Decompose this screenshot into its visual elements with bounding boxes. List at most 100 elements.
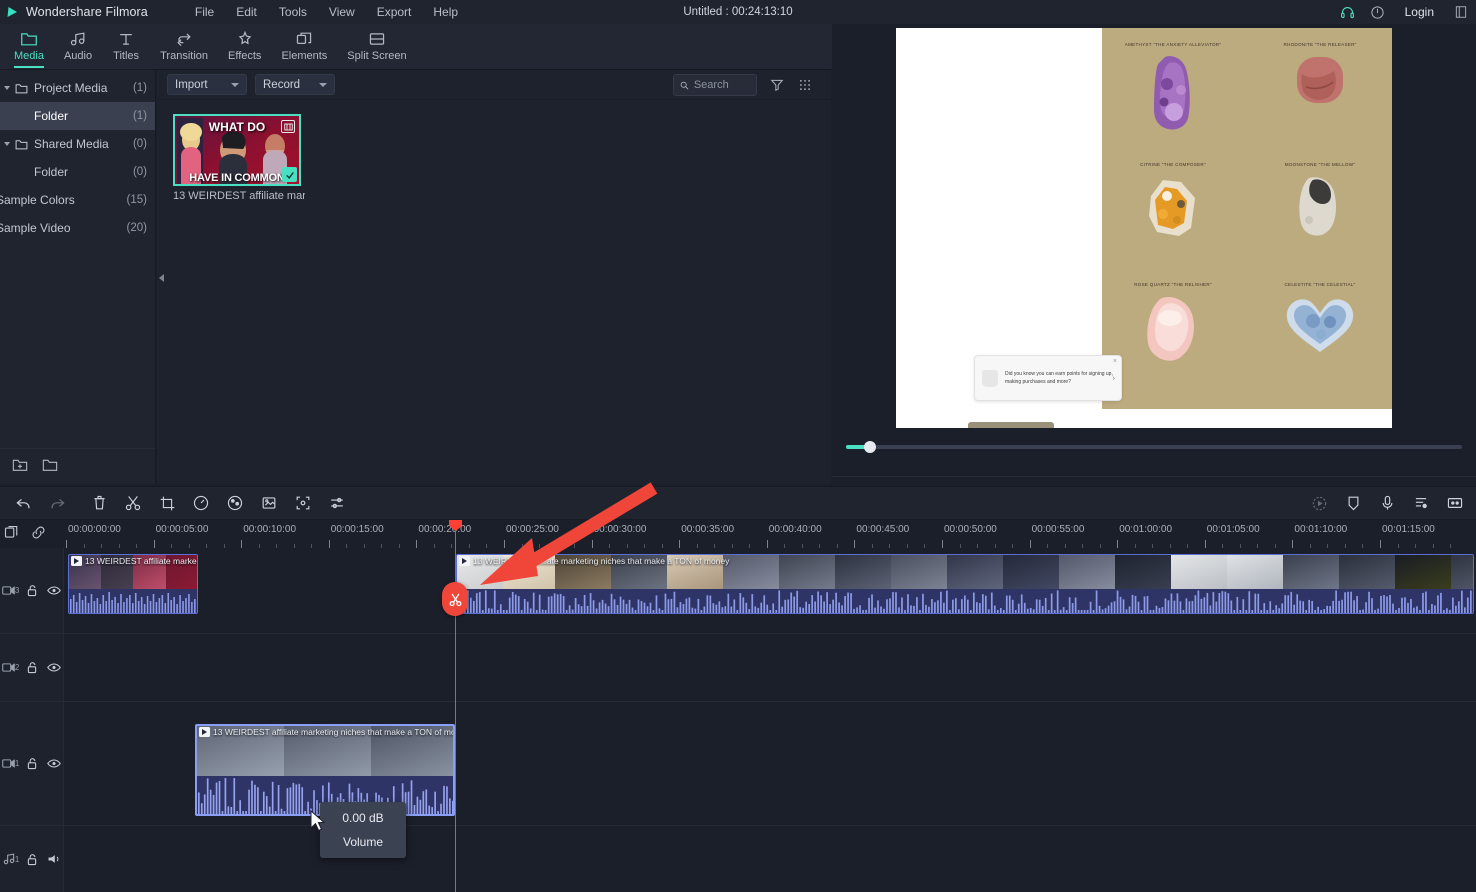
menu-view[interactable]: View [318,0,366,24]
rose-quartz-image [1147,296,1194,361]
eye-visible-icon[interactable] [45,758,63,769]
ruler-label: 00:00:10:00 [243,524,297,535]
import-dropdown[interactable]: Import [167,74,247,95]
ruler-label: 00:01:05:00 [1206,524,1260,535]
preview-scrubber[interactable] [832,433,1476,461]
lock-icon[interactable] [23,757,41,770]
ruler-label: 00:00:40:00 [768,524,822,535]
tree-item-shared-folder[interactable]: Folder (0) [0,158,155,186]
undo-icon[interactable] [6,486,40,520]
tree-item-shared-media[interactable]: Shared Media (0) [0,130,155,158]
menu-file[interactable]: File [184,0,225,24]
speaker-icon[interactable] [45,853,63,865]
tab-audio[interactable]: Audio [54,25,102,69]
library-footer [0,448,156,484]
media-item[interactable]: WHAT DO HAVE IN COMMON 13 WEIRDEST affil… [173,114,305,202]
new-folder-icon[interactable] [12,458,28,475]
close-icon[interactable]: × [1113,358,1117,365]
link-clips-icon[interactable] [31,525,46,543]
rewards-popup[interactable]: Did you know you can earn points for sig… [974,355,1122,401]
split-clip-button[interactable] [442,582,468,616]
render-preview-icon[interactable] [1302,486,1336,520]
nav-tab-bar: Media Audio Titles Transition Effects El… [0,24,836,70]
tab-titles[interactable]: Titles [102,25,150,69]
timeline-ruler[interactable]: 00:00:00:00 00:00:05:00 00:00:10:00 00:00:1… [64,520,1476,548]
crystal-label: CELESTITE "THE CELESTIAL" [1284,282,1356,287]
timeline-clip[interactable]: 13 WEIRDEST affiliate marke... [68,554,198,614]
crop-icon[interactable] [150,486,184,520]
eye-visible-icon[interactable] [45,662,63,673]
track-body[interactable]: 13 WEIRDEST affiliate marketing niches t… [64,702,1476,825]
chevron-right-icon[interactable]: › [1112,374,1115,383]
marker-shield-icon[interactable] [1336,486,1370,520]
tree-item-sample-colors[interactable]: Sample Colors (15) [0,186,155,214]
video-track-1: 1 13 WEIRDEST affiliate marketing niches… [0,702,1476,826]
menu-export[interactable]: Export [366,0,423,24]
delete-icon[interactable] [82,486,116,520]
title-bar: Wondershare Filmora File Edit Tools View… [0,0,1476,24]
color-palette-icon[interactable] [218,486,252,520]
timeline-clip[interactable]: 13 WEIRDEST affiliate marketing niches t… [456,554,1474,614]
tree-item-project-folder[interactable]: Folder (1) [0,102,155,130]
filter-icon[interactable] [767,75,787,95]
window-menu-icon[interactable] [1446,0,1476,24]
grid-view-icon[interactable] [795,75,815,95]
tree-item-project-media[interactable]: Project Media (1) [0,74,155,102]
menu-tools[interactable]: Tools [268,0,318,24]
login-button[interactable]: Login [1393,5,1446,19]
search-box[interactable] [673,74,757,96]
keyframe-panel-icon[interactable] [1438,486,1472,520]
tree-count: (0) [132,166,147,178]
tree-label: Shared Media [34,137,109,151]
record-dropdown[interactable]: Record [255,74,335,95]
ruler-label: 00:00:25:00 [506,524,559,535]
rewards-popup-text: Did you know you can earn points for sig… [1005,370,1113,385]
scrubber-handle[interactable] [864,441,876,453]
tree-item-sample-video[interactable]: Sample Video (20) [0,214,155,242]
power-info-icon[interactable] [1363,0,1393,24]
clip-play-icon [71,556,82,566]
tree-label: Project Media [34,81,108,95]
track-body[interactable]: 13 WEIRDEST affiliate marke... 13 WEIRDE… [64,548,1476,633]
panel-collapse-arrow[interactable] [156,268,166,288]
headphone-icon[interactable] [1333,0,1363,24]
add-marker-icon[interactable] [4,525,19,543]
app-logo [0,0,24,24]
tab-elements[interactable]: Elements [271,25,337,69]
menu-edit[interactable]: Edit [225,0,268,24]
track-body[interactable] [64,826,1476,892]
tree-count: (15) [126,194,147,206]
track-body[interactable] [64,634,1476,701]
redo-icon[interactable] [40,486,74,520]
search-input[interactable] [693,79,750,91]
open-folder-icon[interactable] [42,458,58,475]
lock-icon[interactable] [23,853,41,866]
ruler-label: 00:00:20:00 [418,524,472,535]
pip-sticker-icon[interactable] [252,486,286,520]
lock-icon[interactable] [23,584,41,597]
crystal-cell: AMETHYST "THE ANXIETY ALLEVIATOR" [1110,42,1236,135]
scrubber-track[interactable] [846,441,1462,453]
crystal-cell: ROSE QUARTZ "THE RELISHER" [1110,282,1236,365]
reinstate-rewards-button[interactable]: Reinstate Reward Points [968,422,1054,428]
record-label: Record [263,78,301,91]
title-bar-actions: Login [1333,0,1476,24]
split-scissors-icon[interactable] [116,486,150,520]
preview-canvas[interactable]: AMETHYST "THE ANXIETY ALLEVIATOR" RHODON… [896,28,1392,428]
menu-help[interactable]: Help [422,0,469,24]
lock-icon[interactable] [23,661,41,674]
tab-transition[interactable]: Transition [150,25,218,69]
import-label: Import [175,78,208,91]
clip-title: 13 WEIRDEST affiliate marketing niches t… [213,727,453,737]
tab-split-screen[interactable]: Split Screen [337,25,416,69]
media-thumbnail[interactable]: WHAT DO HAVE IN COMMON [173,114,301,186]
audio-mixer-icon[interactable] [1404,486,1438,520]
tab-effects[interactable]: Effects [218,25,271,69]
eye-visible-icon[interactable] [45,585,63,596]
adjust-sliders-icon[interactable] [320,486,354,520]
speed-icon[interactable] [184,486,218,520]
microphone-icon[interactable] [1370,486,1404,520]
auto-reframe-icon[interactable] [286,486,320,520]
track-header: 2 [0,634,64,701]
tab-media[interactable]: Media [4,25,54,69]
